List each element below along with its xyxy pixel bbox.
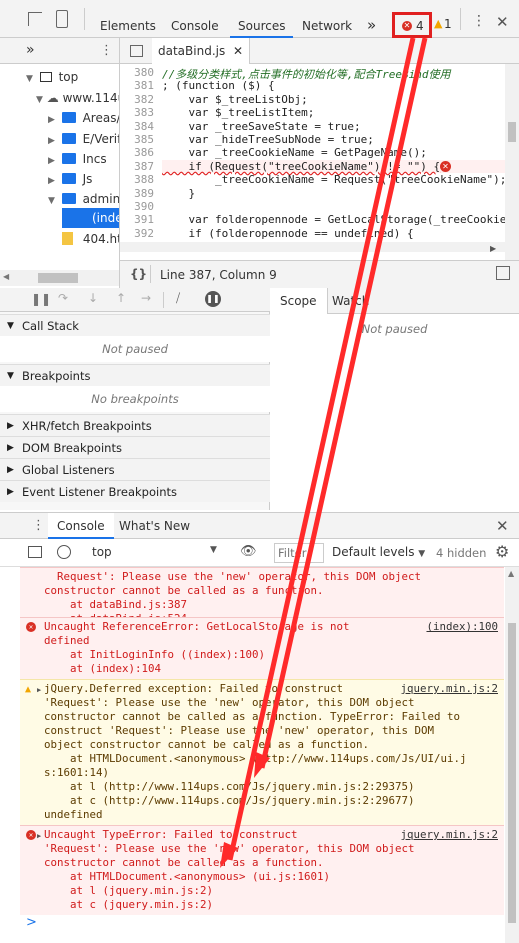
- annotation-arrowhead: [254, 752, 270, 778]
- annotation-arrow: [227, 37, 416, 861]
- annotation-arrows: [220, 37, 428, 868]
- annotation-arrow: [259, 37, 428, 769]
